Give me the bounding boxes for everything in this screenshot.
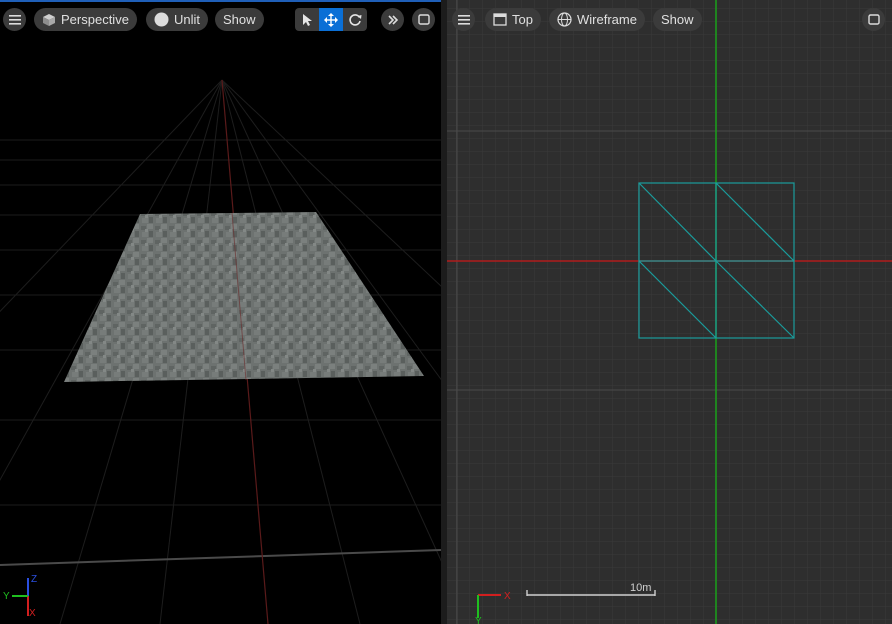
select-tool-button[interactable] xyxy=(295,8,319,31)
maximize-viewport-button[interactable] xyxy=(862,8,885,31)
rotate-tool-button[interactable] xyxy=(343,8,367,31)
maximize-viewport-button[interactable] xyxy=(412,8,435,31)
perspective-scene[interactable] xyxy=(0,0,441,624)
active-viewport-indicator xyxy=(0,0,441,2)
axis-y-label: Y xyxy=(3,591,10,602)
cube-icon xyxy=(43,13,55,26)
maximize-icon xyxy=(867,14,880,25)
wireframe-sphere-icon xyxy=(557,12,572,27)
top-view-icon xyxy=(493,13,507,26)
hamburger-icon xyxy=(457,14,470,25)
view-mode-button[interactable]: Top xyxy=(485,8,541,31)
show-label: Show xyxy=(223,12,256,27)
show-label: Show xyxy=(661,12,694,27)
axis-z-label: Z xyxy=(31,574,37,585)
axis-gizmo: Z X Y xyxy=(3,574,37,619)
view-mode-label: Perspective xyxy=(61,12,129,27)
view-mode-button[interactable]: Perspective xyxy=(34,8,137,31)
top-scene[interactable] xyxy=(447,0,892,624)
lighting-mode-label: Unlit xyxy=(174,12,201,27)
viewport-menu-button[interactable] xyxy=(452,8,475,31)
cursor-arrow-icon xyxy=(303,13,312,26)
view-mode-label: Top xyxy=(512,12,533,27)
scale-bar-label: 10m xyxy=(630,582,652,594)
transform-tools xyxy=(295,8,367,31)
lighting-mode-button[interactable]: Wireframe xyxy=(549,8,645,31)
axis-x-label: X xyxy=(29,608,36,619)
show-button[interactable]: Show xyxy=(653,8,702,31)
double-chevron-right-icon xyxy=(387,14,398,25)
axis-y-label: Y xyxy=(475,616,482,624)
more-options-button[interactable] xyxy=(381,8,404,31)
lighting-mode-label: Wireframe xyxy=(577,12,637,27)
horizon-line xyxy=(0,549,441,566)
top-viewport[interactable]: 10m X Y Top Wireframe Show xyxy=(447,0,892,624)
axis-x-label: X xyxy=(504,591,511,602)
viewport-menu-button[interactable] xyxy=(3,8,26,31)
minor-grid xyxy=(447,0,892,624)
move-arrows-icon xyxy=(324,12,338,27)
hamburger-icon xyxy=(8,14,21,25)
perspective-viewport[interactable]: Z X Y Perspective Unlit Show xyxy=(0,0,441,624)
lighting-mode-button[interactable]: Unlit xyxy=(146,8,209,31)
show-button[interactable]: Show xyxy=(215,8,264,31)
sphere-icon xyxy=(154,12,169,27)
axis-gizmo-top: X Y xyxy=(475,591,511,624)
translate-tool-button[interactable] xyxy=(319,8,343,31)
rotate-icon xyxy=(349,13,362,26)
maximize-icon xyxy=(417,14,430,25)
